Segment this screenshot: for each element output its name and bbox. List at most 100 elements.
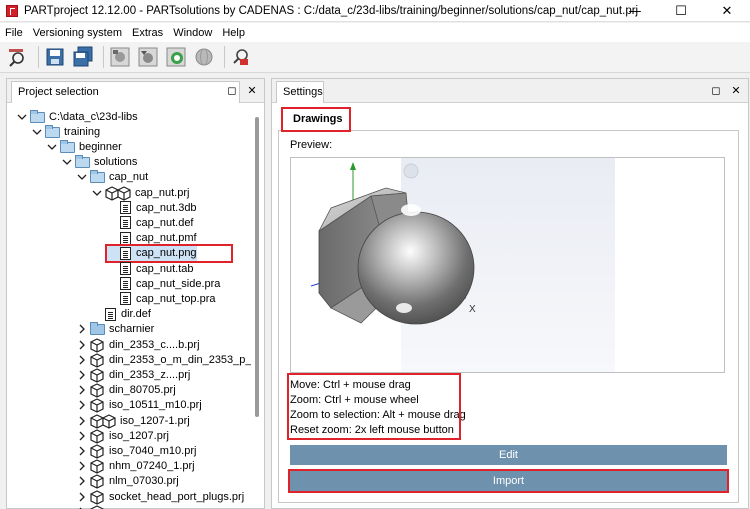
tree-item-label: dir.def <box>121 308 151 321</box>
tree-item[interactable]: cap_nut.3db <box>107 200 197 215</box>
tree-scrollbar[interactable] <box>253 105 261 509</box>
action-icon-1[interactable] <box>108 45 132 69</box>
tree-item[interactable]: din_2353_o_m_din_2353_p_r.p <box>77 352 251 368</box>
highlight-import-button <box>288 469 729 493</box>
chevron-right-icon[interactable] <box>77 476 87 486</box>
scrollbar-thumb[interactable] <box>255 117 259 417</box>
close-panel-icon[interactable]: ✕ <box>729 84 743 98</box>
tree-item-label: socket_head_port_plugs.prj <box>109 490 245 503</box>
document-icon <box>120 292 131 306</box>
cube-icon <box>90 398 105 413</box>
axis-x-label: X <box>469 304 476 315</box>
chevron-right-icon[interactable] <box>77 324 87 334</box>
tree-item[interactable]: din_80705.prj <box>77 383 176 398</box>
tab-settings[interactable]: Settings <box>276 81 324 103</box>
tree-item-label: nlm_07030.prj <box>109 475 179 488</box>
tree-item[interactable]: dir.def <box>92 307 151 322</box>
tree-item[interactable] <box>77 504 109 509</box>
folder-open-icon <box>30 109 45 123</box>
save-all-icon[interactable] <box>71 45 95 69</box>
chevron-right-icon[interactable] <box>77 370 87 380</box>
chevron-right-icon[interactable] <box>77 385 87 395</box>
tree-item[interactable]: cap_nut.prj <box>92 185 189 201</box>
minimize-button[interactable]: — <box>612 0 658 22</box>
folder-open-icon <box>60 139 75 153</box>
chevron-down-icon[interactable] <box>92 188 102 198</box>
tree-item-label: cap_nut.3db <box>136 201 197 214</box>
folder-icon <box>90 322 105 336</box>
menu-file[interactable]: File <box>3 27 31 39</box>
project-tree[interactable]: C:\data_c\23d-libs training beginner soluti… <box>7 105 251 509</box>
tree-item[interactable]: beginner <box>47 139 122 154</box>
menu-versioning-system[interactable]: Versioning system <box>31 27 130 39</box>
float-panel-icon[interactable]: ◻ <box>225 84 239 98</box>
chevron-right-icon[interactable] <box>77 446 87 456</box>
tree-item-label: cap_nut.def <box>136 216 194 229</box>
search-icon[interactable] <box>6 45 30 69</box>
chevron-right-icon[interactable] <box>77 340 87 350</box>
highlight-help-text <box>287 373 461 440</box>
tree-item[interactable]: solutions <box>62 155 137 170</box>
globe-icon[interactable] <box>192 45 216 69</box>
chevron-down-icon[interactable] <box>62 157 72 167</box>
preview-viewport[interactable]: X <box>290 157 725 373</box>
chevron-down-icon[interactable] <box>77 172 87 182</box>
tree-item[interactable]: iso_1207.prj <box>77 428 169 444</box>
tree-item[interactable]: scharnier <box>77 322 154 337</box>
cube-icon <box>90 368 105 383</box>
chevron-right-icon[interactable] <box>77 355 87 365</box>
chevron-down-icon[interactable] <box>32 127 42 137</box>
menu-extras[interactable]: Extras <box>130 27 171 39</box>
maximize-button[interactable]: ☐ <box>658 0 704 22</box>
chevron-right-icon[interactable] <box>77 461 87 471</box>
menu-bar: File Versioning system Extras Window Hel… <box>0 23 750 42</box>
tree-item[interactable]: C:\data_c\23d-libs <box>17 109 138 124</box>
tree-item[interactable]: cap_nut_top.pra <box>107 291 216 306</box>
lock-search-icon[interactable] <box>229 45 253 69</box>
tree-item-label: iso_1207-1.prj <box>120 414 190 427</box>
tree-item[interactable]: socket_head_port_plugs.prj <box>77 489 245 505</box>
menu-window[interactable]: Window <box>171 27 220 39</box>
close-panel-icon[interactable]: ✕ <box>245 84 259 98</box>
chevron-right-icon[interactable] <box>77 400 87 410</box>
toolbar <box>0 42 750 73</box>
tab-project-selection[interactable]: Project selection <box>11 81 240 103</box>
chevron-down-icon[interactable] <box>47 142 57 152</box>
action-icon-3[interactable] <box>164 45 188 69</box>
tree-item[interactable]: din_2353_c....b.prj <box>77 337 200 353</box>
tree-item[interactable]: cap_nut.def <box>107 215 194 230</box>
tree-item[interactable]: nlm_07030.prj <box>77 474 179 489</box>
close-button[interactable]: ✕ <box>704 0 750 22</box>
cube-icon <box>90 353 105 368</box>
cube-icon <box>90 444 105 459</box>
tree-item[interactable]: cap_nut <box>77 170 148 185</box>
save-icon[interactable] <box>43 45 67 69</box>
tree-item[interactable]: training <box>32 124 100 139</box>
chevron-right-icon[interactable] <box>77 492 87 502</box>
tree-item[interactable]: iso_1207-1.prj <box>77 413 190 429</box>
preview-label: Preview: <box>290 139 333 151</box>
tree-item[interactable]: din_2353_z....prj <box>77 367 190 383</box>
toolbar-separator <box>38 46 39 68</box>
document-icon <box>120 262 131 275</box>
tree-item[interactable]: iso_7040_m10.prj <box>77 443 196 459</box>
title-bar: PARTproject 12.12.00 - PARTsolutions by … <box>0 0 750 22</box>
action-icon-2[interactable] <box>136 45 160 69</box>
tree-item[interactable]: iso_10511_m10.prj <box>77 398 202 413</box>
toolbar-separator <box>103 46 104 68</box>
tree-item[interactable]: cap_nut_side.pra <box>107 276 220 291</box>
tree-item[interactable]: nhm_07240_1.prj <box>77 459 195 474</box>
tree-item[interactable]: cap_nut.tab <box>107 261 194 276</box>
menu-help[interactable]: Help <box>220 27 253 39</box>
chevron-down-icon[interactable] <box>17 112 27 122</box>
float-panel-icon[interactable]: ◻ <box>709 84 723 98</box>
folder-open-icon <box>90 170 105 184</box>
chevron-right-icon[interactable] <box>77 431 87 441</box>
chevron-right-icon[interactable] <box>77 416 87 426</box>
edit-button[interactable]: Edit <box>290 445 727 465</box>
